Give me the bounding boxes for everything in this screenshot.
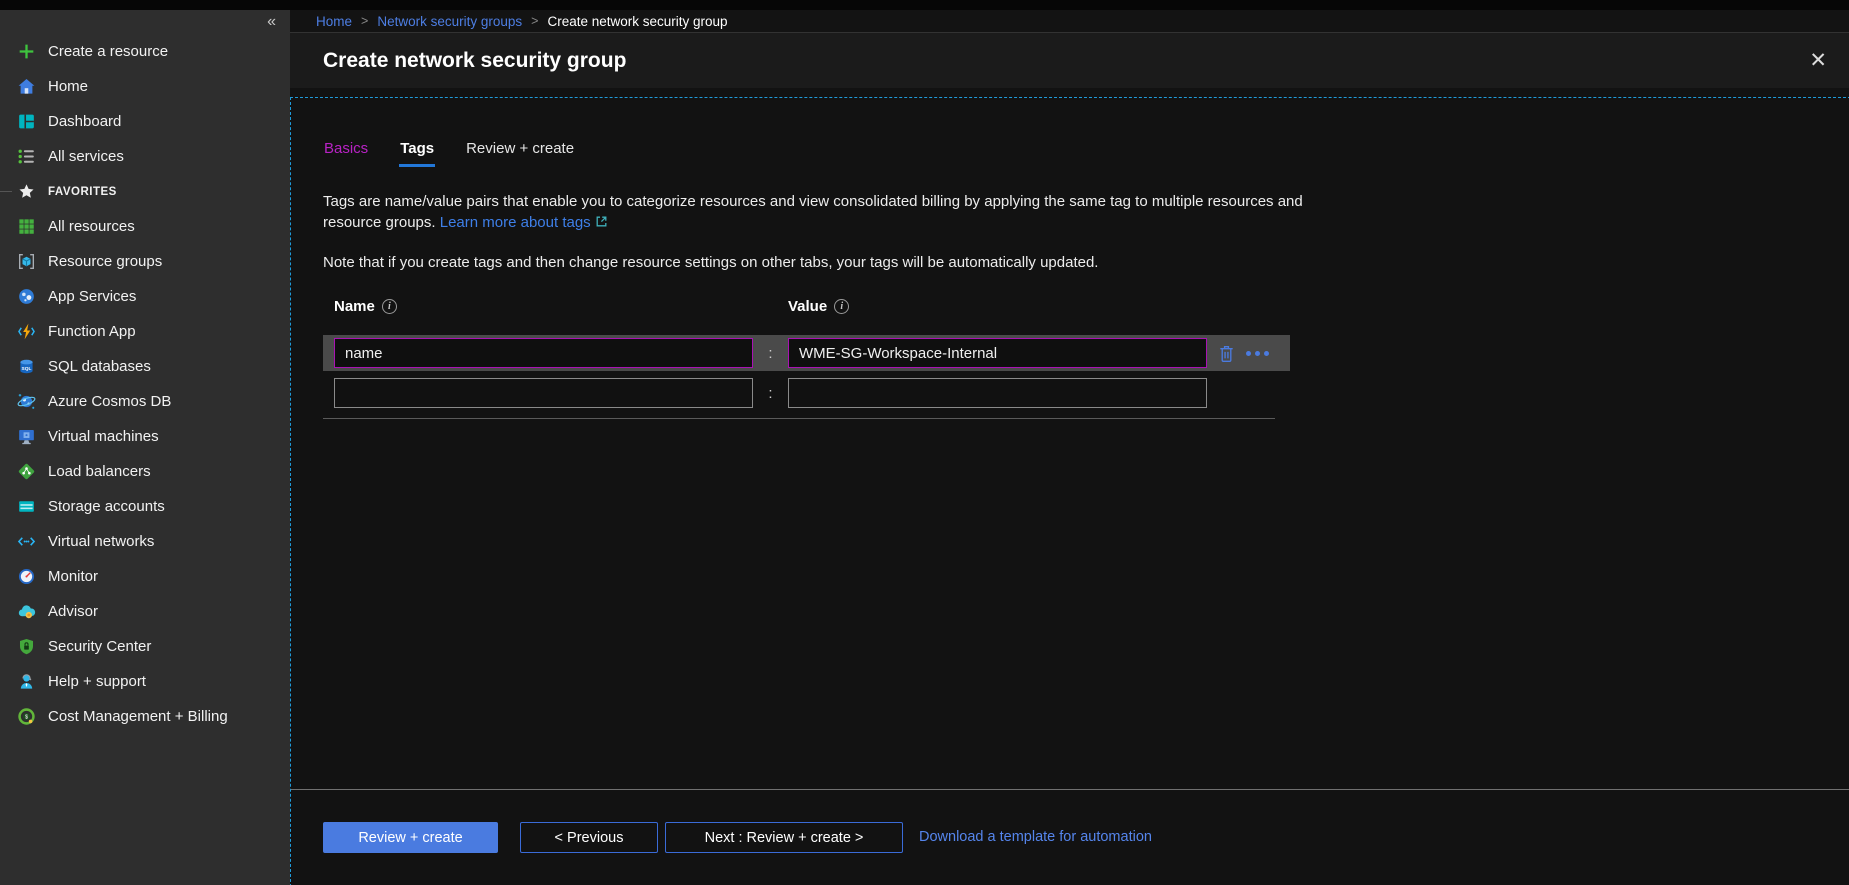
chevron-right-icon: > xyxy=(531,14,538,28)
sidebar-section-favorites: FAVORITES xyxy=(0,174,290,209)
storage-accounts-icon xyxy=(16,496,37,517)
sidebar-item-all-resources[interactable]: All resources xyxy=(0,209,290,244)
info-icon[interactable]: i xyxy=(834,299,849,314)
page-title: Create network security group xyxy=(323,49,1803,73)
sidebar-item-cost-management-billing[interactable]: $ Cost Management + Billing xyxy=(0,699,290,734)
monitor-icon xyxy=(16,566,37,587)
sidebar-collapse-row: « xyxy=(0,10,290,34)
help-support-icon xyxy=(16,671,37,692)
sidebar-item-resource-groups[interactable]: Resource groups xyxy=(0,244,290,279)
star-icon xyxy=(16,181,37,202)
download-template-link[interactable]: Download a template for automation xyxy=(919,822,1152,853)
collapse-sidebar-icon[interactable]: « xyxy=(267,14,276,30)
content-panel: Basics Tags Review + create Tags are nam… xyxy=(290,88,1849,789)
value-header-label: Value xyxy=(788,298,827,315)
tag-name-input[interactable] xyxy=(334,338,753,368)
tag-row: : xyxy=(323,335,1290,371)
delete-tag-icon[interactable] xyxy=(1216,342,1237,365)
chevron-right-icon: > xyxy=(361,14,368,28)
resource-groups-icon xyxy=(16,251,37,272)
sidebar-item-dashboard[interactable]: Dashboard xyxy=(0,104,290,139)
sidebar-item-azure-cosmos-db[interactable]: Azure Cosmos DB xyxy=(0,384,290,419)
cosmos-db-icon xyxy=(16,391,37,412)
function-app-icon xyxy=(16,321,37,342)
sidebar-item-security-center[interactable]: Security Center xyxy=(0,629,290,664)
footer-bar: Review + create < Previous Next : Review… xyxy=(290,789,1849,885)
plus-icon xyxy=(16,41,37,62)
close-icon[interactable]: ✕ xyxy=(1803,50,1833,71)
sidebar-item-load-balancers[interactable]: Load balancers xyxy=(0,454,290,489)
virtual-networks-icon xyxy=(16,531,37,552)
tags-note: Note that if you create tags and then ch… xyxy=(323,254,1849,271)
sidebar: « Create a resource Home Dashboard All s… xyxy=(0,10,290,885)
sidebar-nav: Create a resource Home Dashboard All ser… xyxy=(0,34,290,734)
home-icon xyxy=(16,76,37,97)
app-window: « Create a resource Home Dashboard All s… xyxy=(0,10,1849,885)
tab-bar: Basics Tags Review + create xyxy=(323,140,1849,167)
next-button[interactable]: Next : Review + create > xyxy=(665,822,903,853)
svg-text:$: $ xyxy=(25,715,28,721)
main-area: Home > Network security groups > Create … xyxy=(290,10,1849,885)
tag-value-input[interactable] xyxy=(788,378,1207,408)
name-header-label: Name xyxy=(334,298,375,315)
top-strip xyxy=(0,0,1849,10)
sidebar-item-virtual-machines[interactable]: Virtual machines xyxy=(0,419,290,454)
dashboard-icon xyxy=(16,111,37,132)
tag-separator: : xyxy=(753,385,788,402)
svg-text:SQL: SQL xyxy=(22,366,32,372)
sql-databases-icon: SQL xyxy=(16,356,37,377)
app-services-icon xyxy=(16,286,37,307)
breadcrumb-home-link[interactable]: Home xyxy=(316,14,352,29)
tab-tags[interactable]: Tags xyxy=(399,140,435,167)
table-divider xyxy=(323,418,1275,419)
tab-review-create[interactable]: Review + create xyxy=(465,140,575,167)
all-services-icon xyxy=(16,146,37,167)
tag-name-input[interactable] xyxy=(334,378,753,408)
info-icon[interactable]: i xyxy=(382,299,397,314)
sidebar-item-app-services[interactable]: App Services xyxy=(0,279,290,314)
title-bar: Create network security group ✕ xyxy=(290,33,1849,88)
sidebar-item-monitor[interactable]: Monitor xyxy=(0,559,290,594)
external-link-icon xyxy=(595,215,608,232)
sidebar-item-all-services[interactable]: All services xyxy=(0,139,290,174)
tag-row-empty: : xyxy=(323,376,1290,410)
name-column-header: Name i xyxy=(334,298,788,315)
sidebar-item-advisor[interactable]: Advisor xyxy=(0,594,290,629)
row-actions xyxy=(1216,342,1271,365)
all-resources-icon xyxy=(16,216,37,237)
previous-button[interactable]: < Previous xyxy=(520,822,658,853)
review-create-button[interactable]: Review + create xyxy=(323,822,498,853)
sidebar-item-virtual-networks[interactable]: Virtual networks xyxy=(0,524,290,559)
tag-value-input[interactable] xyxy=(788,338,1207,368)
sidebar-item-storage-accounts[interactable]: Storage accounts xyxy=(0,489,290,524)
tags-table: Name i Value i : xyxy=(323,298,1849,419)
tags-description: Tags are name/value pairs that enable yo… xyxy=(323,191,1313,234)
value-column-header: Value i xyxy=(788,298,849,315)
tab-basics[interactable]: Basics xyxy=(323,140,369,167)
sidebar-item-sql-databases[interactable]: SQL SQL databases xyxy=(0,349,290,384)
sidebar-item-create-a-resource[interactable]: Create a resource xyxy=(0,34,290,69)
more-options-icon[interactable] xyxy=(1244,347,1271,360)
tags-table-header: Name i Value i xyxy=(323,298,1849,315)
tag-separator: : xyxy=(753,345,788,362)
breadcrumb: Home > Network security groups > Create … xyxy=(290,10,1849,33)
breadcrumb-current: Create network security group xyxy=(547,14,727,29)
learn-more-link[interactable]: Learn more about tags xyxy=(440,214,591,231)
advisor-icon xyxy=(16,601,37,622)
cost-management-icon: $ xyxy=(16,706,37,727)
sidebar-item-home[interactable]: Home xyxy=(0,69,290,104)
security-center-icon xyxy=(16,636,37,657)
sidebar-item-function-app[interactable]: Function App xyxy=(0,314,290,349)
load-balancer-icon xyxy=(16,461,37,482)
sidebar-item-help-support[interactable]: Help + support xyxy=(0,664,290,699)
breadcrumb-nsg-link[interactable]: Network security groups xyxy=(377,14,522,29)
virtual-machines-icon xyxy=(16,426,37,447)
